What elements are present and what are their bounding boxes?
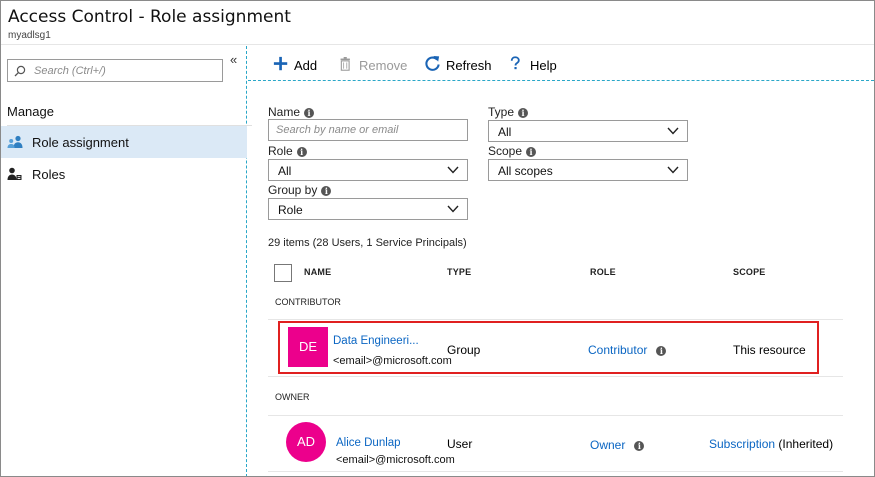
divider (268, 319, 843, 320)
info-icon[interactable]: i (518, 108, 529, 118)
scope-suffix: (Inherited) (778, 437, 834, 451)
column-header-type[interactable]: TYPE (447, 267, 471, 277)
scope-filter-value: All scopes (498, 164, 553, 178)
type-filter-label-text: Type (488, 105, 515, 119)
principal-email: <email>@microsoft.com (336, 454, 455, 466)
help-button[interactable]: Help (509, 55, 559, 75)
info-icon[interactable]: i (296, 147, 307, 157)
refresh-icon (425, 55, 440, 71)
collapse-sidebar-button[interactable]: « (230, 52, 237, 67)
sidebar-search-input[interactable] (34, 62, 219, 79)
help-label: Help (530, 58, 557, 73)
main-content: Add Remove Refresh Help Name i Search by… (248, 46, 874, 476)
items-count: 29 items (28 Users, 1 Service Principals… (268, 237, 467, 249)
chevron-down-icon (447, 166, 459, 174)
trash-icon (340, 57, 350, 71)
principal-type: User (447, 437, 473, 451)
type-filter-value: All (498, 125, 512, 139)
remove-label: Remove (359, 58, 408, 73)
question-icon (510, 56, 520, 70)
type-filter-select[interactable]: All (488, 120, 688, 142)
role-filter-value: All (278, 164, 292, 178)
sidebar-item-roles[interactable]: Roles (1, 158, 247, 190)
resource-name: myadlsg1 (8, 30, 51, 41)
name-filter-label-text: Name (268, 105, 301, 119)
scope-cell: Subscription (Inherited) (709, 437, 833, 451)
role-filter-label-text: Role (268, 144, 293, 158)
role-filter-select[interactable]: All (268, 159, 468, 181)
name-filter-label: Name i (268, 105, 315, 119)
search-icon (14, 65, 26, 77)
sidebar-search[interactable] (7, 59, 223, 82)
remove-button[interactable]: Remove (339, 55, 409, 75)
groupby-filter-label-text: Group by (268, 183, 318, 197)
role-cell: Owner i (590, 438, 645, 452)
chevron-down-icon (667, 127, 679, 135)
highlight-box (278, 321, 819, 374)
scope-filter-label: Scope i (488, 144, 537, 158)
toolbar: Add Remove Refresh Help (248, 46, 874, 81)
sidebar-item-label: Roles (32, 167, 66, 182)
info-icon[interactable]: i (526, 147, 537, 157)
role-filter-label: Role i (268, 144, 307, 158)
chevron-down-icon (667, 166, 679, 174)
window: Access Control - Role assignment myadlsg… (0, 0, 875, 477)
sidebar-item-role-assignment[interactable]: Role assignment (1, 126, 247, 158)
chevron-down-icon (447, 205, 459, 213)
type-filter-label: Type i (488, 105, 529, 119)
column-header-scope[interactable]: SCOPE (733, 267, 766, 277)
principal-name-link[interactable]: Alice Dunlap (336, 437, 401, 449)
scope-filter-select[interactable]: All scopes (488, 159, 688, 181)
divider (268, 376, 843, 377)
groupby-value: Role (278, 203, 303, 217)
name-filter-input[interactable] (269, 120, 467, 140)
group-label-contributor: CONTRIBUTOR (275, 297, 341, 307)
group-label-owner: OWNER (275, 392, 310, 402)
divider (268, 415, 843, 416)
refresh-button[interactable]: Refresh (424, 55, 494, 75)
sidebar: « Manage Role assignment Roles (1, 46, 252, 476)
add-button[interactable]: Add (273, 55, 323, 75)
select-all-checkbox[interactable] (274, 264, 292, 282)
name-filter[interactable] (268, 119, 468, 141)
manage-section-label: Manage (7, 104, 54, 119)
info-icon[interactable]: i (321, 186, 332, 196)
avatar: AD (286, 422, 326, 462)
role-assignment-icon (7, 135, 23, 148)
divider (268, 471, 843, 472)
scope-link[interactable]: Subscription (709, 437, 775, 451)
page-title: Access Control - Role assignment (8, 7, 291, 27)
roles-icon (7, 167, 22, 180)
title-bar: Access Control - Role assignment myadlsg… (1, 1, 874, 45)
groupby-select[interactable]: Role (268, 198, 468, 220)
column-header-name[interactable]: NAME (304, 267, 331, 277)
role-link[interactable]: Owner (590, 438, 625, 452)
scope-filter-label-text: Scope (488, 144, 523, 158)
sidebar-item-label: Role assignment (32, 135, 129, 150)
groupby-filter-label: Group by i (268, 183, 332, 197)
info-icon[interactable]: i (634, 441, 645, 451)
column-header-role[interactable]: ROLE (590, 267, 616, 277)
refresh-label: Refresh (446, 58, 492, 73)
plus-icon (273, 56, 288, 71)
add-label: Add (294, 58, 318, 73)
info-icon[interactable]: i (304, 108, 315, 118)
